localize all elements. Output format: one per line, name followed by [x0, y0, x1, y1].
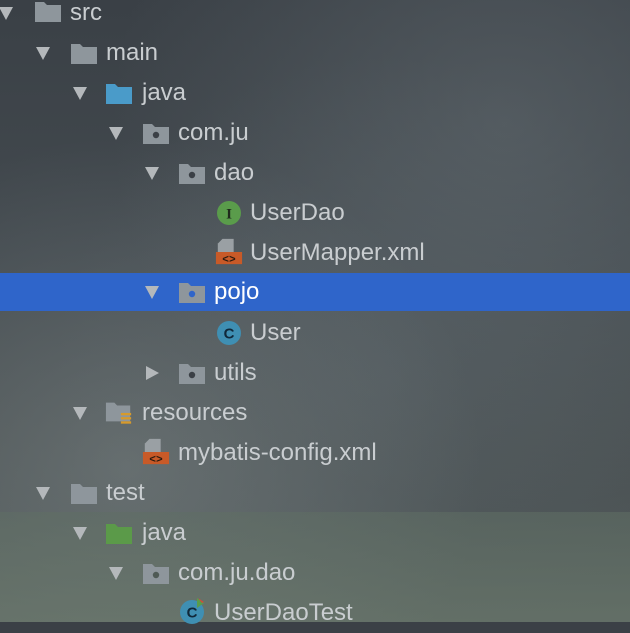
expand-arrow-icon[interactable] — [144, 165, 160, 181]
class-icon: C — [217, 321, 241, 345]
tree-row-usermapper-xml[interactable]: <> UserMapper.xml — [0, 233, 630, 273]
tree-label-java-test: java — [142, 519, 187, 546]
collapse-arrow-icon[interactable] — [144, 365, 160, 381]
package-icon — [179, 164, 205, 184]
folder-icon — [71, 44, 97, 64]
tree-label-test: test — [106, 479, 145, 506]
svg-text:<>: <> — [149, 454, 163, 466]
xml-file-icon: <> — [215, 238, 243, 266]
tree-label-src: src — [70, 0, 102, 26]
expand-arrow-icon[interactable] — [72, 525, 88, 541]
expand-arrow-icon[interactable] — [35, 45, 51, 61]
test-class-icon: C — [180, 598, 204, 624]
expand-arrow-icon[interactable] — [0, 5, 14, 21]
tree-label-userdaotest: UserDaoTest — [214, 599, 353, 626]
expand-arrow-icon[interactable] — [72, 405, 88, 421]
tree-row-dao[interactable]: dao — [0, 153, 630, 193]
tree-label-com-ju: com.ju — [178, 119, 249, 146]
tree-row-src[interactable]: src — [0, 0, 630, 33]
expand-arrow-icon[interactable] — [72, 85, 88, 101]
tree-label-mybatis-config-xml: mybatis-config.xml — [178, 439, 377, 466]
project-tree: src main java com.ju dao I UserDao <> Us… — [0, 0, 630, 626]
svg-text:C: C — [187, 605, 198, 622]
tree-label-resources: resources — [142, 399, 248, 426]
folder-icon — [71, 484, 97, 504]
svg-text:I: I — [226, 207, 232, 223]
tree-row-utils[interactable]: utils — [0, 353, 630, 393]
expand-arrow-icon[interactable] — [108, 125, 124, 141]
tree-row-resources[interactable]: resources — [0, 393, 630, 433]
tree-row-user[interactable]: C User — [0, 313, 630, 353]
tree-row-com-ju[interactable]: com.ju — [0, 113, 630, 153]
svg-text:C: C — [224, 326, 235, 343]
xml-file-icon: <> — [142, 438, 170, 466]
tree-label-utils: utils — [214, 359, 257, 386]
tree-row-mybatis-config-xml[interactable]: <> mybatis-config.xml — [0, 433, 630, 473]
resources-folder-icon — [105, 402, 132, 424]
svg-text:<>: <> — [222, 254, 236, 266]
tree-label-user: User — [250, 319, 301, 346]
tree-row-userdaotest[interactable]: C UserDaoTest — [0, 593, 630, 633]
tree-label-userdao: UserDao — [250, 199, 345, 226]
expand-arrow-icon[interactable] — [108, 565, 124, 581]
tree-row-main[interactable]: main — [0, 33, 630, 73]
package-icon — [179, 283, 205, 303]
tree-label-main: main — [106, 39, 159, 66]
package-icon — [143, 124, 169, 144]
tree-label-usermapper-xml: UserMapper.xml — [250, 239, 425, 266]
package-icon — [179, 364, 205, 384]
tree-label-java: java — [142, 79, 187, 106]
interface-icon: I — [217, 201, 241, 225]
tree-label-pojo: pojo — [214, 278, 260, 305]
tree-row-java-main[interactable]: java — [0, 73, 630, 113]
tree-row-java-test[interactable]: java — [0, 513, 630, 553]
tree-label-com-ju-dao: com.ju.dao — [178, 559, 296, 586]
expand-arrow-icon[interactable] — [35, 485, 51, 501]
package-icon — [143, 564, 169, 584]
expand-arrow-icon[interactable] — [144, 284, 160, 300]
tree-row-userdao[interactable]: I UserDao — [0, 193, 630, 233]
tree-row-test[interactable]: test — [0, 473, 630, 513]
tree-label-dao: dao — [214, 159, 255, 186]
folder-icon — [35, 2, 61, 22]
tree-row-pojo[interactable]: pojo — [0, 273, 630, 311]
test-source-folder-icon — [106, 524, 132, 544]
tree-row-com-ju-dao[interactable]: com.ju.dao — [0, 553, 630, 593]
source-folder-icon — [106, 84, 132, 104]
